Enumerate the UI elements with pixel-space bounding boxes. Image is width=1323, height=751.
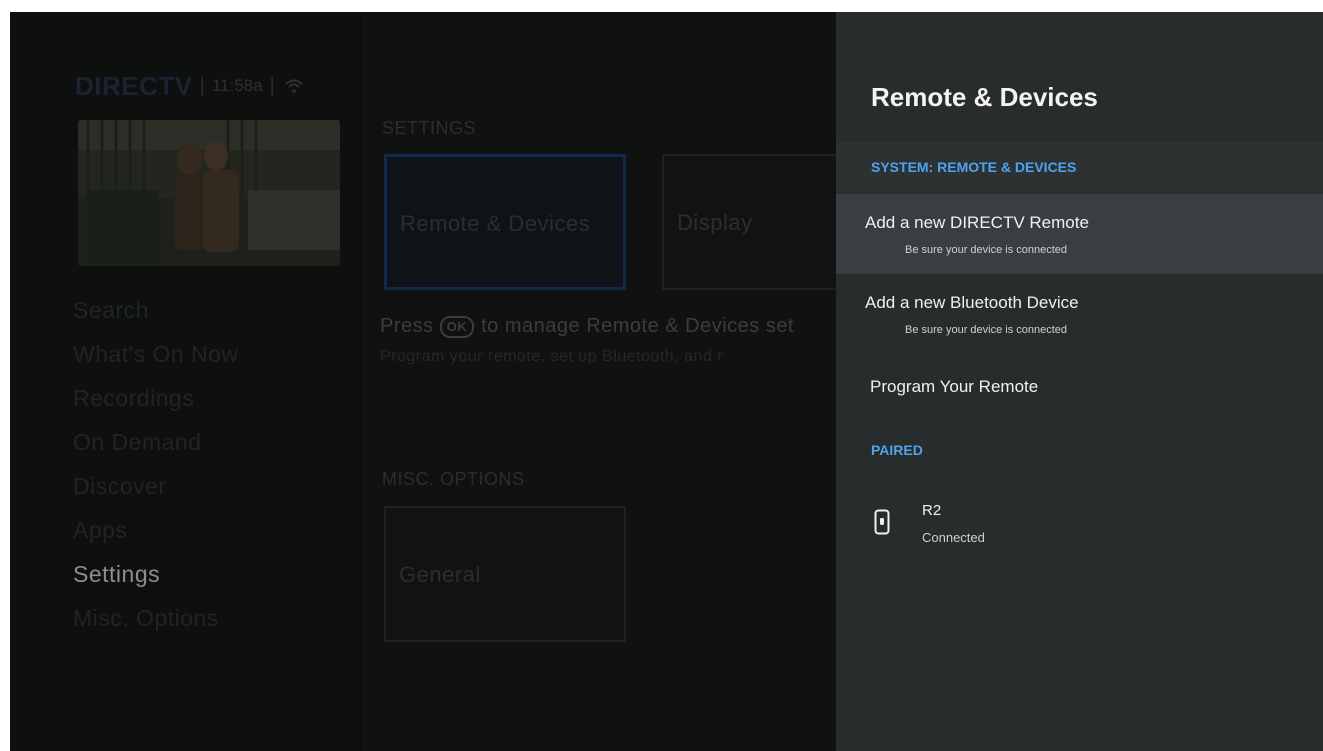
item-label: Add a new DIRECTV Remote	[865, 213, 1089, 232]
section-label-paired: PAIRED	[871, 442, 923, 458]
nav-item-settings[interactable]: Settings	[73, 552, 239, 596]
hint-description: Program your remote, set up Bluetooth, a…	[380, 348, 724, 365]
nav-item-discover[interactable]: Discover	[73, 464, 239, 508]
header-separator: |	[199, 74, 205, 97]
ok-button-icon: OK	[439, 315, 475, 338]
panel-header: Remote & Devices	[836, 12, 1323, 142]
nav-menu: Search What's On Now Recordings On Deman…	[73, 288, 239, 640]
misc-options-section-title: MISC. OPTIONS	[382, 469, 525, 489]
system-section-header: SYSTEM: REMOTE & DEVICES	[836, 142, 1323, 192]
item-subtext: Be sure your device is connected	[905, 324, 1068, 336]
directv-logo: DIRECTV	[75, 70, 193, 101]
hint-text: Press OK to manage Remote & Devices set	[380, 315, 794, 338]
item-label: Program Your Remote	[870, 377, 1039, 396]
add-directv-remote-item[interactable]: Add a new DIRECTV Remote Be sure your de…	[836, 194, 1323, 274]
preview-image	[78, 120, 340, 266]
device-name: R2	[922, 502, 942, 519]
tile-label: Display	[677, 210, 753, 235]
nav-item-recordings[interactable]: Recordings	[73, 376, 239, 420]
clock-time: 11:58a	[211, 76, 263, 95]
remote-devices-tile[interactable]: Remote & Devices	[384, 154, 626, 290]
item-label: Add a new Bluetooth Device	[865, 293, 1079, 312]
hint-press: Press	[380, 315, 434, 337]
section-label-system: SYSTEM: REMOTE & DEVICES	[871, 159, 1077, 175]
tv-screen: DIRECTV | 11:58a | Search What's On Now …	[10, 12, 1323, 751]
panel-title: Remote & Devices	[871, 82, 1098, 112]
nav-item-misc-options[interactable]: Misc. Options	[73, 596, 239, 640]
header-separator: |	[269, 74, 275, 97]
paired-device-r2[interactable]: R2 Connected	[836, 492, 1323, 556]
program-remote-item[interactable]: Program Your Remote	[836, 362, 1323, 412]
device-status: Connected	[922, 530, 985, 545]
settings-section-title: SETTINGS	[382, 118, 477, 138]
live-tv-preview[interactable]	[78, 120, 340, 266]
header-bar: DIRECTV | 11:58a |	[75, 68, 304, 104]
remote-control-icon	[874, 509, 890, 535]
nav-item-search[interactable]: Search	[73, 288, 239, 332]
wifi-icon	[285, 79, 303, 93]
tile-label: General	[399, 562, 481, 587]
main-navigation: DIRECTV | 11:58a | Search What's On Now …	[10, 12, 364, 751]
tile-label: Remote & Devices	[400, 211, 591, 236]
add-bluetooth-device-item[interactable]: Add a new Bluetooth Device Be sure your …	[836, 274, 1323, 354]
nav-divider	[364, 12, 365, 751]
item-subtext: Be sure your device is connected	[905, 244, 1068, 256]
nav-item-apps[interactable]: Apps	[73, 508, 239, 552]
hint-rest: to manage Remote & Devices set	[481, 315, 795, 337]
nav-item-whats-on-now[interactable]: What's On Now	[73, 332, 239, 376]
general-tile[interactable]: General	[384, 506, 626, 642]
remote-devices-panel: Remote & Devices SYSTEM: REMOTE & DEVICE…	[836, 12, 1323, 751]
nav-item-on-demand[interactable]: On Demand	[73, 420, 239, 464]
